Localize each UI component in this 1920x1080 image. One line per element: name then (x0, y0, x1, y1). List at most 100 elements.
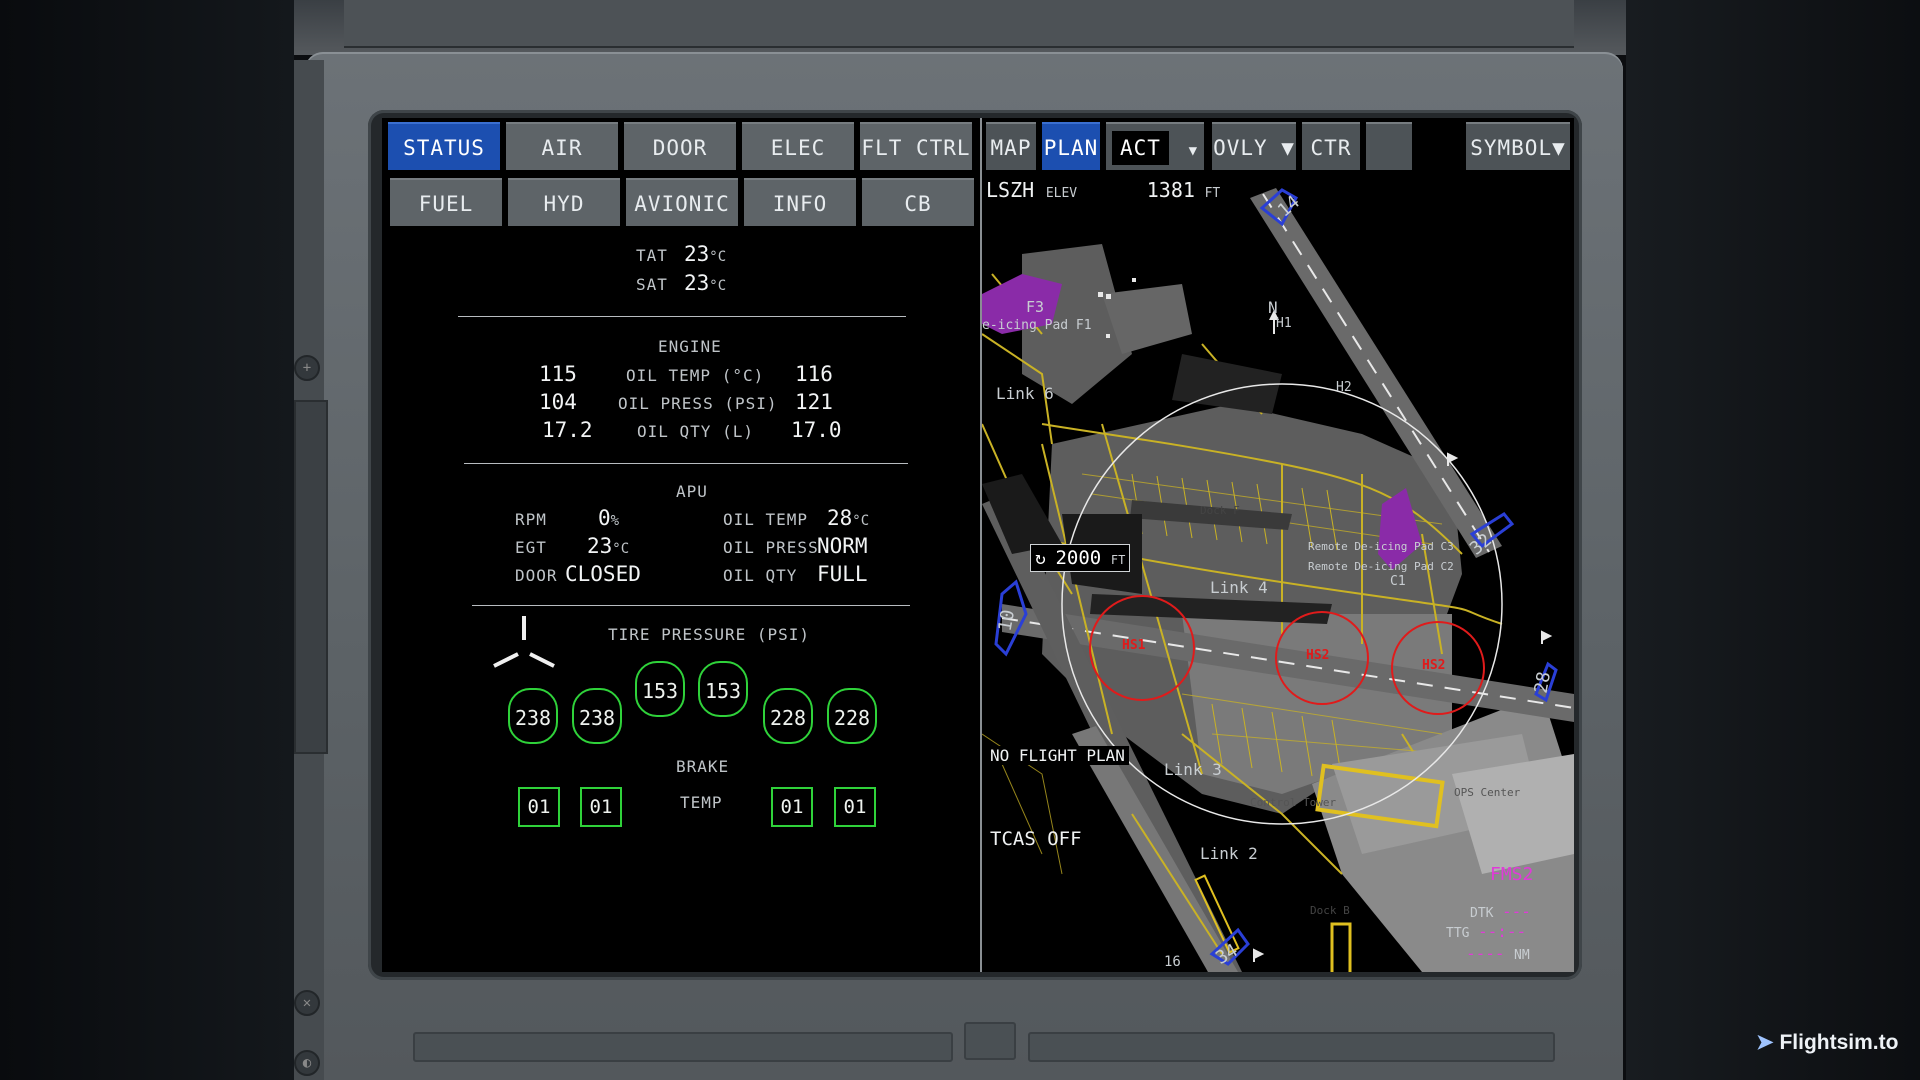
tab-status[interactable]: STATUS (388, 122, 500, 170)
apu-egt-label: EGT (515, 538, 547, 557)
brake-title: BRAKE (676, 757, 730, 776)
apu-oil-press-value: NORM (817, 534, 868, 558)
tab-hyd[interactable]: HYD (508, 178, 620, 226)
runway-label-16: 16 (1164, 954, 1181, 970)
sat-label: SAT (636, 275, 668, 294)
apu-oil-temp-number: 28 (827, 506, 853, 530)
side-knob-bottom[interactable]: ◐ (294, 1050, 320, 1076)
map-label-ops: OPS Center (1454, 786, 1521, 799)
ctr-button[interactable]: CTR (1302, 122, 1360, 170)
engine-oil-qty-label: OIL QTY (L) (637, 422, 754, 441)
map-mode-button[interactable]: MAP (986, 122, 1036, 170)
apu-door-value: CLOSED (565, 562, 641, 586)
elev-label: ELEV (1045, 186, 1078, 201)
tire-nose-left: 153 (635, 661, 685, 717)
apu-egt-value: 23°C (587, 534, 629, 558)
apu-oil-temp-label: OIL TEMP (723, 510, 809, 529)
tat-value: 23°C (684, 242, 726, 266)
brake-temp-4: 01 (834, 787, 876, 827)
engine-oil-press-right: 121 (795, 390, 833, 414)
separator-1 (458, 316, 906, 317)
cockpit-top-panel (294, 0, 1626, 55)
side-control-box (294, 400, 328, 754)
range-value: 2000 (1055, 547, 1102, 569)
apu-door-label: DOOR (515, 566, 558, 585)
blank-softkey[interactable] (1366, 122, 1412, 170)
tab-cb[interactable]: CB (862, 178, 974, 226)
airport-map[interactable]: F3 e-icing Pad F1 Link 6 H1 H2 Link 4 Li… (982, 174, 1574, 972)
tat-label: TAT (636, 246, 668, 265)
background-left (0, 0, 294, 1080)
map-label-link6: Link 6 (996, 384, 1054, 403)
apu-oil-press-label: OIL PRESS (723, 538, 819, 557)
symbol-button[interactable]: SYMBOL▼ (1466, 122, 1570, 170)
tab-door[interactable]: DOOR (624, 122, 736, 170)
tire-nose-right: 153 (698, 661, 748, 717)
act-selector[interactable]: ACT ▼ (1106, 122, 1204, 170)
dtk-label: DTK (1470, 906, 1494, 921)
tab-elec[interactable]: ELEC (742, 122, 854, 170)
north-indicator: N (1268, 298, 1278, 317)
runway-label-28: 28 (1530, 669, 1556, 696)
fms-source: FMS2 (1490, 864, 1534, 885)
map-label-deice-f1: e-icing Pad F1 (982, 318, 1092, 333)
engine-oil-press-left: 104 (539, 390, 577, 414)
ttg-label: TTG (1446, 926, 1470, 941)
act-value: ACT (1111, 131, 1169, 165)
background-right (1626, 0, 1920, 1080)
tab-avionic[interactable]: AVIONIC (626, 178, 738, 226)
sat-number: 23 (684, 271, 710, 295)
map-label-dock-b: Dock B (1310, 904, 1350, 917)
plan-mode-button[interactable]: PLAN (1042, 122, 1100, 170)
apu-rpm-unit: % (610, 513, 620, 529)
tab-fuel[interactable]: FUEL (390, 178, 502, 226)
bezel-slot-center (964, 1022, 1016, 1060)
apu-oil-qty-value: FULL (817, 562, 868, 586)
tire-left-inner: 238 (572, 688, 622, 744)
no-flight-plan: NO FLIGHT PLAN (986, 746, 1129, 765)
apu-oil-temp-unit: °C (852, 513, 870, 529)
apu-oil-qty-label: OIL QTY (723, 566, 798, 585)
act-dropdown-icon: ▼ (1188, 143, 1199, 159)
brake-temp-label: TEMP (680, 793, 723, 812)
range-box[interactable]: ↻ 2000 FT (1030, 544, 1131, 572)
side-knob-plus[interactable]: + (294, 355, 320, 381)
nm-unit: NM (1514, 948, 1530, 963)
tire-left-outer: 238 (508, 688, 558, 744)
engine-oil-qty-right: 17.0 (791, 418, 842, 442)
elev-unit: FT (1204, 186, 1221, 201)
apu-rpm-number: 0 (598, 506, 611, 530)
map-label-deice-c2: Remote De-icing Pad C2 (1308, 560, 1454, 573)
map-label-c1: C1 (1390, 574, 1406, 589)
hotspot-hs2-b: HS2 (1422, 658, 1446, 673)
map-label-deice-c3: Remote De-icing Pad C3 (1308, 540, 1454, 553)
side-knob-x[interactable]: ✕ (294, 990, 320, 1016)
hotspot-hs2-a: HS2 (1306, 648, 1330, 663)
tat-number: 23 (684, 242, 710, 266)
engine-oil-press-label: OIL PRESS (PSI) (618, 394, 778, 413)
runway-label-10: 10 (994, 607, 1020, 634)
airport-diagram (982, 188, 1574, 972)
tab-flt-ctrl[interactable]: FLT CTRL (860, 122, 972, 170)
airport-header: LSZH ELEV 1381 FT (986, 178, 1220, 202)
brake-temp-2: 01 (580, 787, 622, 827)
map-label-h1: H1 (1276, 316, 1292, 331)
apu-egt-unit: °C (612, 541, 630, 557)
tab-air[interactable]: AIR (506, 122, 618, 170)
nm-value: ---- (1466, 944, 1505, 963)
paper-plane-icon: ➤ (1756, 1031, 1774, 1054)
ttg-value: --:-- (1478, 922, 1527, 941)
engine-title: ENGINE (658, 337, 722, 356)
apu-rpm-label: RPM (515, 510, 547, 529)
tcas-status: TCAS OFF (990, 828, 1082, 850)
tat-unit: °C (709, 249, 727, 265)
dtk-value: --- (1502, 902, 1531, 921)
engine-oil-temp-label: OIL TEMP (°C) (626, 366, 765, 385)
hotspot-hs1: HS1 (1122, 638, 1146, 653)
tab-info[interactable]: INFO (744, 178, 856, 226)
engine-oil-qty-left: 17.2 (542, 418, 593, 442)
tire-pressure-title: TIRE PRESSURE (PSI) (608, 625, 811, 644)
apu-title: APU (676, 482, 708, 501)
bezel-slot-left (413, 1032, 953, 1062)
ovly-button[interactable]: OVLY ▼ (1212, 122, 1296, 170)
